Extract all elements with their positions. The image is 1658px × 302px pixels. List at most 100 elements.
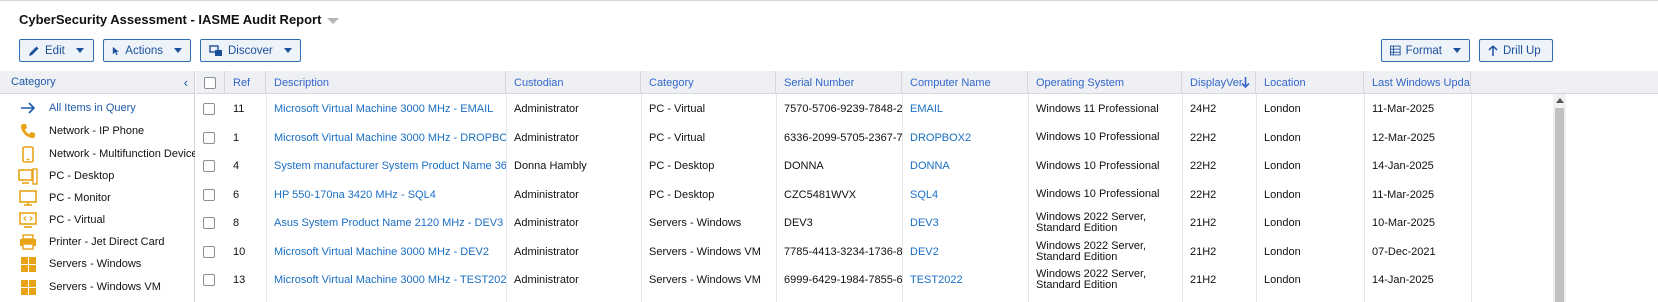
column-header-last-windows-update[interactable]: Last Windows Upda [1364,71,1471,94]
category-item-label: Network - IP Phone [49,125,145,137]
cell-location: London [1264,188,1301,201]
category-item-pc-desktop[interactable]: PC - Desktop [0,165,195,187]
cell-custodian: Administrator [514,188,579,201]
cell-computer-name[interactable]: DEV2 [902,238,1028,266]
cell-description[interactable]: System manufacturer System Product Name … [266,152,506,180]
actions-button[interactable]: Actions [103,39,191,62]
column-header-label: DisplayVer [1190,76,1243,89]
cell-category: PC - Virtual [649,103,706,115]
category-item-servers-windows-vm[interactable]: Servers - Windows VM [0,276,195,298]
row-checkbox[interactable] [203,188,215,201]
cell-custodian: Administrator [514,131,579,144]
cell-location: London [1264,245,1301,258]
cell-computer-name[interactable]: DONNA [902,152,1028,180]
row-checkbox[interactable] [203,245,215,258]
format-button[interactable]: Format [1381,39,1470,62]
chevron-left-icon[interactable]: ‹ [184,75,188,90]
cell-computer-name[interactable]: EMAIL [902,95,1028,123]
row-select-cell [196,209,225,237]
cell-serial-number: 7785-4413-3234-1736-830 [784,245,902,258]
table-row[interactable]: 6 HP 550-170na 3420 MHz - SQL4 Administrat… [196,181,1553,209]
cell-computer-name[interactable]: SQL4 [902,181,1028,209]
table-row[interactable]: 11 Microsoft Virtual Machine 3000 MHz - E… [196,95,1553,123]
scroll-up-icon[interactable] [1556,98,1564,103]
category-item-all-items[interactable]: All Items in Query [0,97,195,119]
column-header-computer-name[interactable]: Computer Name [902,71,1028,94]
drill-up-button[interactable]: Drill Up [1479,39,1553,62]
column-header-location[interactable]: Location [1256,71,1364,94]
category-panel-title: Category [11,76,56,88]
discover-button[interactable]: Discover [200,39,301,62]
row-select-cell [196,152,225,180]
cell-description[interactable]: Asus System Product Name 2120 MHz - DEV3 [266,209,506,237]
category-item-multifunction-device[interactable]: Network - Multifunction Device [0,143,195,165]
row-select-cell [196,181,225,209]
cell-description[interactable]: Microsoft Virtual Machine 3000 MHz - DRO… [266,124,506,152]
table-row[interactable]: 8 Asus System Product Name 2120 MHz - DEV… [196,209,1553,237]
cell-custodian: Administrator [514,274,579,286]
cell-displayver: 22H2 [1190,160,1217,172]
cursor-icon [112,46,120,55]
cell-description[interactable]: Microsoft Virtual Machine 3000 MHz - EMA… [266,95,506,123]
edit-label: Edit [45,44,65,57]
cell-computer-name[interactable]: DEV3 [902,209,1028,237]
table-row[interactable]: 1 Microsoft Virtual Machine 3000 MHz - DR… [196,124,1553,152]
cell-description[interactable]: Microsoft Virtual Machine 3000 MHz - DEV… [266,238,506,266]
category-item-pc-virtual[interactable]: PC - Virtual [0,209,195,231]
mobile-device-icon [18,145,38,163]
row-checkbox[interactable] [203,131,215,144]
cell-serial-number: 6999-6429-1984-7855-602 [784,274,902,286]
cell-last-windows-update: 11-Mar-2025 [1372,103,1435,115]
category-item-pc-monitor[interactable]: PC - Monitor [0,187,195,209]
cell-displayver: 24H2 [1190,103,1217,115]
category-item-label: PC - Monitor [49,192,111,204]
cell-displayver: 22H2 [1190,188,1217,201]
cell-operating-system: Windows 11 Professional [1036,102,1159,115]
report-window: CyberSecurity Assessment - IASME Audit R… [0,0,1658,302]
title-dropdown-icon[interactable] [327,17,340,24]
cell-location: London [1264,274,1301,286]
row-checkbox[interactable] [203,103,215,115]
cell-serial-number: 7570-5706-9239-7848-247 [784,103,902,115]
cell-category: Servers - Windows [649,217,742,229]
arrow-up-icon [1488,44,1498,56]
column-header-ref[interactable]: Ref [225,71,266,94]
category-item-printer[interactable]: Printer - Jet Direct Card [0,231,195,253]
cell-description[interactable]: HP 550-170na 3420 MHz - SQL4 [266,181,506,209]
table-row[interactable]: 4 System manufacturer System Product Name… [196,152,1553,180]
cell-ref: 4 [233,160,240,172]
cell-computer-name[interactable]: TEST2022 [902,266,1028,294]
column-header-label: Location [1264,76,1306,89]
cell-category: PC - Virtual [649,131,706,144]
cell-displayver: 21H2 [1190,245,1217,258]
column-header-custodian[interactable]: Custodian [506,71,641,94]
row-checkbox[interactable] [203,217,215,229]
column-header-serial-number[interactable]: Serial Number [776,71,902,94]
cell-operating-system: Windows 2022 Server, Standard Edition [1036,211,1147,234]
cell-ref: 11 [233,103,245,115]
cell-ref: 6 [233,188,240,201]
cell-last-windows-update: 14-Jan-2025 [1372,160,1434,172]
column-header-operating-system[interactable]: Operating System [1028,71,1182,94]
cell-serial-number: DEV3 [784,217,813,229]
edit-button[interactable]: Edit [19,39,94,62]
cell-description[interactable]: Microsoft Virtual Machine 3000 MHz - TES… [266,266,506,294]
cell-operating-system: Windows 10 Professional [1036,159,1160,172]
column-header-label: Custodian [514,76,564,89]
column-header-label: Last Windows Upda [1372,76,1470,89]
row-checkbox[interactable] [203,160,215,172]
select-all-checkbox[interactable] [204,76,216,89]
column-header-category[interactable]: Category [641,71,776,94]
column-header-displayver[interactable]: DisplayVer [1182,71,1256,94]
category-item-servers-windows[interactable]: Servers - Windows [0,253,195,275]
cell-computer-name[interactable]: DROPBOX2 [902,124,1028,152]
row-select-cell [196,95,225,123]
vertical-scrollbar[interactable] [1553,94,1566,302]
column-header-description[interactable]: Description [266,71,506,94]
scrollbar-thumb[interactable] [1555,108,1564,302]
table-header: Ref Description Custodian Category Seria… [196,71,1658,94]
table-row[interactable]: 10 Microsoft Virtual Machine 3000 MHz - D… [196,238,1553,266]
category-item-ip-phone[interactable]: Network - IP Phone [0,120,195,142]
row-checkbox[interactable] [203,274,215,286]
table-row[interactable]: 13 Microsoft Virtual Machine 3000 MHz - T… [196,266,1553,294]
